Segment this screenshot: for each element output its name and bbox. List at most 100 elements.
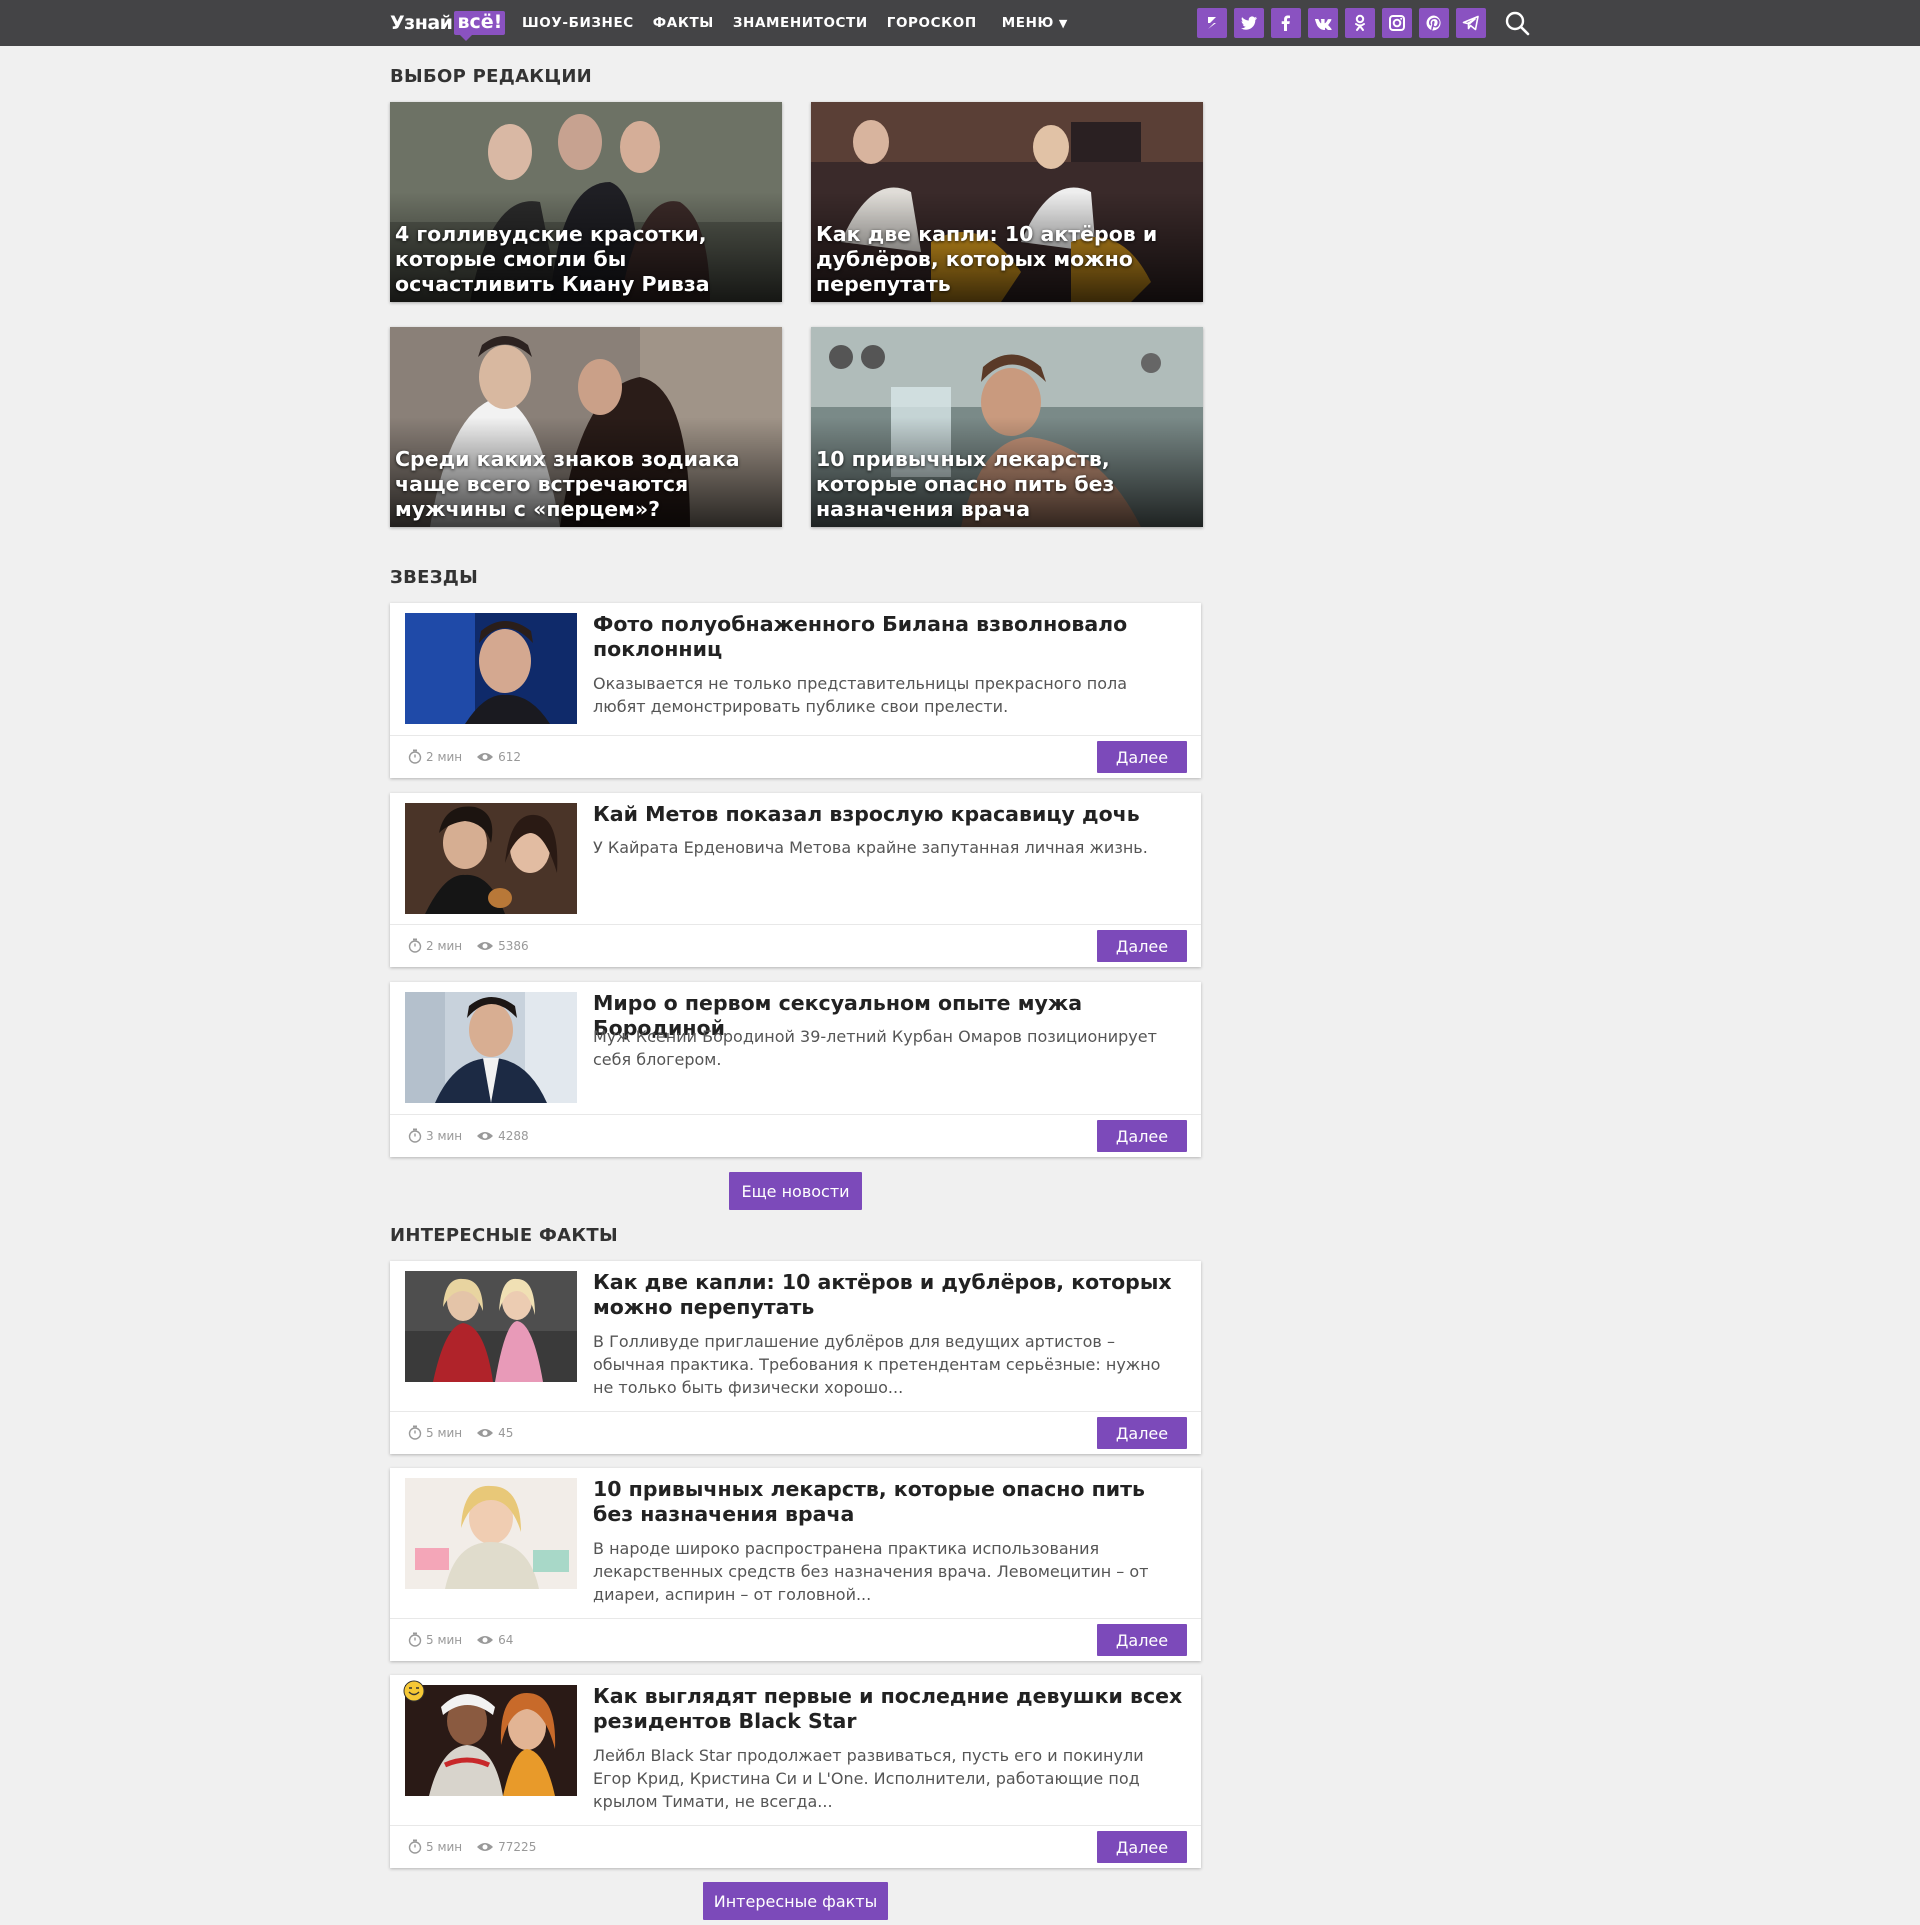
card-thumbnail[interactable] — [405, 803, 577, 914]
nav-item-horoscope[interactable]: ГОРОСКОП — [887, 15, 977, 31]
card-title[interactable]: 10 привычных лекарств, которые опасно пи… — [593, 1477, 1183, 1527]
read-more-button[interactable]: Далее — [1097, 741, 1187, 773]
facebook-icon[interactable] — [1271, 8, 1301, 38]
view-count-wrap: 612 — [476, 750, 521, 764]
card-footer: 5 мин 77225 Далее — [390, 1825, 1201, 1868]
logo-text: Узнай — [390, 12, 453, 34]
read-time: 3 мин — [426, 1128, 463, 1143]
featured-tile[interactable]: 10 привычных лекарств, которые опасно пи… — [811, 327, 1203, 527]
news-card: 10 привычных лекарств, которые опасно пи… — [390, 1468, 1201, 1661]
card-meta: 3 мин 4288 — [408, 1128, 529, 1143]
view-count: 4288 — [498, 1128, 529, 1143]
tile-title: 4 голливудские красотки, которые смогли … — [395, 222, 710, 296]
card-meta: 5 мин 64 — [408, 1632, 513, 1647]
tile-title: Среди каких знаков зодиака чаще всего вс… — [395, 447, 740, 521]
stopwatch-icon — [408, 1632, 422, 1647]
news-card: Фото полуобнаженного Билана взволновало … — [390, 603, 1201, 778]
stopwatch-icon — [408, 1425, 422, 1440]
eye-icon — [477, 1131, 494, 1140]
card-title[interactable]: Как две капли: 10 актёров и дублёров, ко… — [593, 1270, 1183, 1320]
thumb-image — [405, 1685, 577, 1796]
news-card: Как выглядят первые и последние девушки … — [390, 1675, 1201, 1868]
view-count-wrap: 64 — [476, 1633, 513, 1647]
read-time: 5 мин — [426, 1839, 463, 1854]
card-footer: 2 мин 612 Далее — [390, 735, 1201, 778]
instagram-icon[interactable] — [1382, 8, 1412, 38]
news-card: Кай Метов показал взрослую красавицу доч… — [390, 793, 1201, 967]
card-meta: 2 мин 612 — [408, 749, 521, 764]
view-count: 77225 — [498, 1839, 537, 1854]
card-description: Лейбл Black Star продолжает развиваться,… — [593, 1746, 1144, 1811]
view-count: 612 — [498, 749, 522, 764]
read-more-button[interactable]: Далее — [1097, 1120, 1187, 1152]
chevron-down-icon: ▼ — [1058, 17, 1068, 30]
card-description: Оказывается не только представительницы … — [593, 674, 1128, 716]
read-more-button[interactable]: Далее — [1097, 1417, 1187, 1449]
card-thumbnail[interactable] — [405, 613, 577, 724]
card-footer: 5 мин 45 Далее — [390, 1411, 1201, 1454]
eye-icon — [477, 941, 494, 950]
card-thumbnail[interactable] — [405, 1271, 577, 1382]
section-title-facts: ИНТЕРЕСНЫЕ ФАКТЫ — [390, 1225, 618, 1246]
eye-icon — [477, 1842, 494, 1851]
view-count: 45 — [498, 1425, 514, 1440]
read-time: 5 мин — [426, 1632, 463, 1647]
card-footer: 3 мин 4288 Далее — [390, 1114, 1201, 1157]
odnoklassniki-icon[interactable] — [1345, 8, 1375, 38]
stopwatch-icon — [408, 1839, 422, 1854]
twitter-icon[interactable] — [1234, 8, 1264, 38]
stopwatch-icon — [408, 749, 422, 764]
thumb-image — [405, 1478, 577, 1589]
read-time: 5 мин — [426, 1425, 463, 1440]
read-time: 2 мин — [426, 749, 463, 764]
view-count-wrap: 77225 — [476, 1840, 536, 1854]
card-meta: 2 мин 5386 — [408, 938, 529, 953]
read-more-button[interactable]: Далее — [1097, 1831, 1187, 1863]
eye-icon — [477, 1428, 494, 1437]
menu-label: МЕНЮ — [1001, 15, 1054, 31]
interesting-facts-button[interactable]: Интересные факты — [703, 1882, 888, 1920]
telegram-icon[interactable] — [1456, 8, 1486, 38]
view-count: 5386 — [498, 938, 529, 953]
eye-icon — [477, 752, 494, 761]
stopwatch-icon — [408, 938, 422, 953]
featured-tile[interactable]: Как две капли: 10 актёров и дублёров, ко… — [811, 102, 1203, 302]
tile-title: Как две капли: 10 актёров и дублёров, ко… — [816, 222, 1158, 296]
thumb-image — [405, 613, 577, 724]
card-footer: 2 мин 5386 Далее — [390, 924, 1201, 967]
card-thumbnail[interactable] — [405, 992, 577, 1103]
more-news-button[interactable]: Еще новости — [729, 1172, 862, 1210]
vk-icon[interactable] — [1308, 8, 1338, 38]
eye-icon — [477, 1635, 494, 1644]
featured-tile[interactable]: 4 голливудские красотки, которые смогли … — [390, 102, 782, 302]
site-logo[interactable]: Узнай всё! — [390, 8, 506, 41]
news-card: Как две капли: 10 актёров и дублёров, ко… — [390, 1261, 1201, 1454]
card-meta: 5 мин 77225 — [408, 1839, 536, 1854]
featured-tile[interactable]: Среди каких знаков зодиака чаще всего вс… — [390, 327, 782, 527]
view-count-wrap: 45 — [476, 1426, 513, 1440]
read-more-button[interactable]: Далее — [1097, 1624, 1187, 1656]
nav-item-celebrities[interactable]: ЗНАМЕНИТОСТИ — [733, 15, 868, 31]
card-title[interactable]: Фото полуобнаженного Билана взволновало … — [593, 612, 1183, 662]
thumb-image — [405, 803, 577, 914]
main-nav: ШОУ-БИЗНЕС ФАКТЫ ЗНАМЕНИТОСТИ ГОРОСКОП М… — [522, 0, 1087, 46]
card-title[interactable]: Кай Метов показал взрослую красавицу доч… — [593, 802, 1183, 827]
read-time: 2 мин — [426, 938, 463, 953]
card-description: У Кайрата Ерденовича Метова крайне запут… — [593, 838, 1148, 857]
zen-icon[interactable] — [1197, 8, 1227, 38]
card-thumbnail[interactable] — [405, 1685, 577, 1796]
read-more-button[interactable]: Далее — [1097, 930, 1187, 962]
menu-dropdown[interactable]: МЕНЮ ▼ — [1002, 15, 1068, 31]
view-count-wrap: 5386 — [476, 939, 529, 953]
card-title[interactable]: Как выглядят первые и последние девушки … — [593, 1684, 1183, 1734]
nav-item-show-business[interactable]: ШОУ-БИЗНЕС — [522, 15, 634, 31]
pinterest-icon[interactable] — [1419, 8, 1449, 38]
thumb-image — [405, 992, 577, 1103]
view-count: 64 — [498, 1632, 514, 1647]
stopwatch-icon — [408, 1128, 422, 1143]
card-thumbnail[interactable] — [405, 1478, 577, 1589]
nav-item-facts[interactable]: ФАКТЫ — [653, 15, 714, 31]
search-icon[interactable] — [1502, 8, 1532, 38]
logo-badge: всё! — [454, 11, 506, 41]
section-title-editors-choice: ВЫБОР РЕДАКЦИИ — [390, 66, 593, 87]
